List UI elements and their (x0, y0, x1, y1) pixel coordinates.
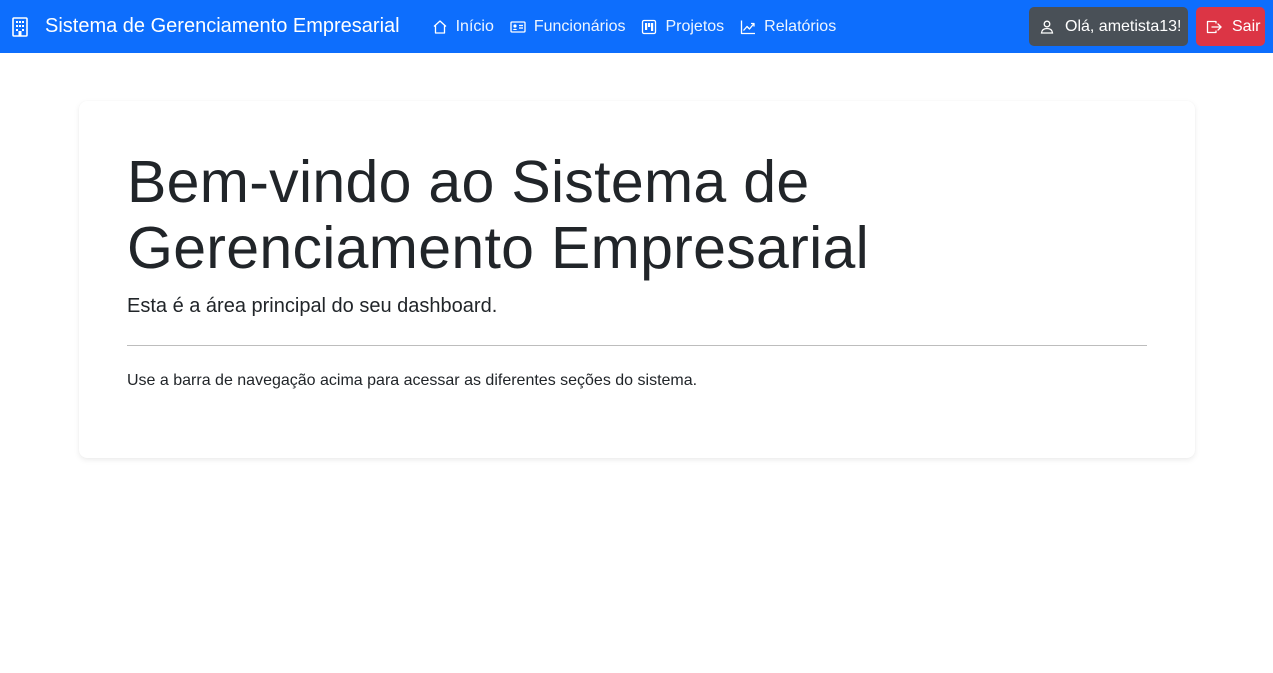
page-title: Bem-vindo ao Sistema de Gerenciamento Em… (127, 149, 870, 281)
graph-up-icon (740, 19, 756, 35)
kanban-icon (641, 19, 657, 35)
building-icon (11, 16, 29, 37)
page-description: Use a barra de navegação acima para aces… (127, 372, 698, 389)
brand-title: Sistema de Gerenciamento Empresarial (45, 15, 400, 37)
welcome-card: Bem-vindo ao Sistema de Gerenciamento Em… (79, 101, 1195, 458)
box-arrow-right-icon (1206, 19, 1222, 35)
user-actions: Olá, ametista13! Sair (1029, 7, 1273, 46)
logout-button[interactable]: Sair (1196, 7, 1265, 46)
brand-link[interactable]: Sistema de Gerenciamento Empresarial (0, 0, 400, 53)
nav-item-projetos[interactable]: Projetos (633, 0, 732, 53)
nav-item-inicio[interactable]: Início (424, 0, 502, 53)
nav-item-label: Funcionários (533, 17, 626, 35)
nav-item-label: Relatórios (764, 17, 837, 35)
house-icon (432, 19, 448, 35)
logout-button-label: Sair (1232, 17, 1261, 35)
nav-item-label: Projetos (665, 17, 725, 35)
nav-item-label: Início (455, 17, 494, 35)
divider (127, 345, 1147, 346)
top-navbar: Sistema de Gerenciamento Empresarial Iní… (0, 0, 1273, 53)
nav-item-relatorios[interactable]: Relatórios (732, 0, 844, 53)
user-button-label: Olá, ametista13! (1065, 17, 1182, 35)
nav-item-funcionarios[interactable]: Funcionários (502, 0, 634, 53)
user-button[interactable]: Olá, ametista13! (1029, 7, 1188, 46)
person-icon (1039, 19, 1055, 35)
nav-links: Início Funcionários Projetos Relatórios (424, 0, 845, 53)
id-card-icon (510, 19, 526, 35)
page-lead: Esta é a área principal do seu dashboard… (127, 295, 498, 317)
